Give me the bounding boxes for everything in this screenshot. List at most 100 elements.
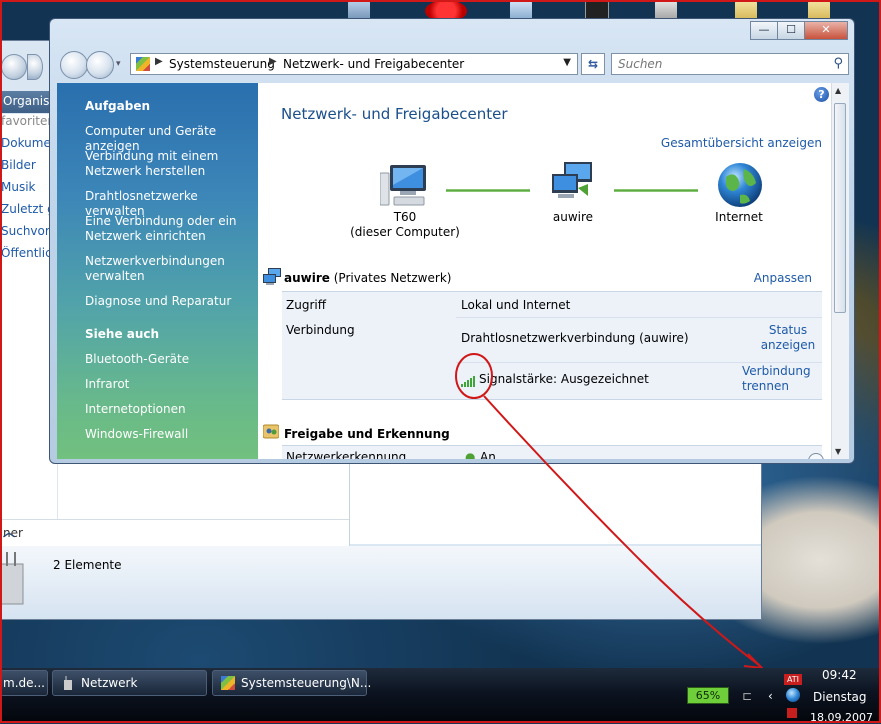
- back-button[interactable]: [1, 54, 27, 80]
- taskbar-button-browser[interactable]: m.de...: [0, 670, 48, 696]
- clock-day[interactable]: Dienstag: [813, 690, 867, 704]
- see-also-firewall[interactable]: Windows-Firewall: [85, 427, 255, 442]
- private-network-icon: [263, 268, 281, 285]
- battery-meter[interactable]: 65%: [687, 687, 729, 704]
- main-content: Netzwerk- und Freigabecenter ? Gesamtübe…: [258, 83, 832, 459]
- chevron-up-icon[interactable]: ︿: [3, 523, 341, 540]
- disconnect-link-line2[interactable]: trennen: [742, 379, 820, 394]
- network-details-table: Zugriff Lokal und Internet Verbindung Dr…: [282, 291, 822, 400]
- back-button[interactable]: [60, 51, 88, 79]
- status-on-icon: ●: [465, 450, 476, 459]
- access-label: Zugriff: [286, 298, 326, 312]
- router-icon: [1, 552, 24, 605]
- search-input[interactable]: Suchen ⚲: [611, 53, 849, 75]
- view-status-link-line2[interactable]: anzeigen: [756, 338, 820, 353]
- task-connect-network[interactable]: Verbindung mit einem Netzwerk herstellen: [85, 149, 255, 179]
- view-full-map-link[interactable]: Gesamtübersicht anzeigen: [661, 136, 822, 150]
- chevron-down-icon[interactable]: ▾: [116, 59, 126, 69]
- router-icon: [64, 676, 72, 690]
- connection-value: Drahtlosnetzwerkverbindung (auwire): [461, 331, 689, 345]
- access-value: Lokal und Internet: [461, 298, 571, 312]
- computer-icon: [380, 165, 426, 206]
- taskbar-button-control-panel[interactable]: Systemsteuerung\N...: [212, 670, 371, 696]
- network-discovery-value: An: [480, 450, 496, 459]
- tasks-heading: Aufgaben: [85, 99, 151, 113]
- sharing-icon: [263, 424, 279, 439]
- taskbar-button-label: Netzwerk: [81, 676, 138, 690]
- breadcrumb-separator-icon[interactable]: ▶: [155, 56, 163, 67]
- page-title: Netzwerk- und Freigabecenter: [281, 105, 508, 123]
- chevron-left-icon[interactable]: ‹: [768, 689, 782, 703]
- clock-date[interactable]: 18.09.2007: [810, 711, 873, 724]
- clock-time[interactable]: 09:42: [822, 668, 857, 682]
- refresh-button[interactable]: ⇆: [581, 53, 605, 75]
- minimize-button[interactable]: —: [750, 21, 778, 40]
- customize-link[interactable]: Anpassen: [754, 271, 812, 285]
- caption-buttons: — ☐ ✕: [750, 21, 848, 40]
- sharing-heading: Freigabe und Erkennung: [284, 427, 450, 441]
- network-header: auwire (Privates Netzwerk): [284, 271, 451, 285]
- row-divider: [456, 317, 822, 318]
- control-panel-icon: [221, 676, 235, 690]
- search-placeholder: Suchen: [618, 57, 663, 71]
- vertical-scrollbar[interactable]: ▲ ▼: [831, 83, 849, 459]
- connection-line: [614, 189, 698, 192]
- scroll-down-icon[interactable]: ▼: [835, 447, 841, 456]
- taskbar-button-label: Systemsteuerung\N...: [241, 676, 372, 690]
- forward-button[interactable]: [86, 51, 114, 79]
- network-type: (Privates Netzwerk): [333, 271, 452, 285]
- scrollbar-thumb[interactable]: [834, 103, 846, 313]
- ati-icon[interactable]: ATI: [784, 674, 802, 685]
- item-count: 2 Elemente: [53, 558, 122, 572]
- task-diagnose-repair[interactable]: Diagnose und Reparatur: [85, 294, 255, 309]
- connection-label: Verbindung: [286, 323, 355, 337]
- search-icon[interactable]: ⚲: [833, 56, 843, 71]
- row-divider: [456, 362, 822, 363]
- task-setup-connection[interactable]: Eine Verbindung oder ein Netzwerk einric…: [85, 214, 255, 244]
- connection-line: [446, 189, 530, 192]
- see-also-infrared[interactable]: Infrarot: [85, 377, 255, 392]
- node-label-internet: Internet: [715, 210, 763, 224]
- help-icon[interactable]: ?: [814, 87, 829, 102]
- network-discovery-row: Netzwerkerkennung ● An: [282, 445, 822, 459]
- close-button[interactable]: ✕: [804, 21, 848, 40]
- window-body: Aufgaben Computer und Geräte anzeigen Ve…: [57, 83, 849, 459]
- see-also-heading: Siehe auch: [85, 327, 160, 341]
- view-status-link[interactable]: Status anzeigen: [756, 323, 820, 353]
- task-manage-connections[interactable]: Netzwerkverbindungen verwalten: [85, 254, 255, 284]
- view-status-link-line1[interactable]: Status: [756, 323, 820, 338]
- power-plug-icon[interactable]: ⊏: [742, 689, 756, 703]
- node-label-network: auwire: [552, 210, 594, 224]
- network-sharing-center-window[interactable]: — ☐ ✕ ▾ ▶ Systemsteuerung ▶ Netzwerk- un…: [49, 18, 855, 464]
- signal-strength-icon: [461, 375, 477, 387]
- address-bar[interactable]: ▶ Systemsteuerung ▶ Netzwerk- und Freiga…: [130, 53, 578, 75]
- node-subtitle: (dieser Computer): [350, 225, 460, 239]
- network-discovery-label: Netzwerkerkennung: [286, 450, 407, 459]
- disconnect-link[interactable]: Verbindung trennen: [742, 364, 820, 394]
- flag-icon[interactable]: [787, 708, 797, 718]
- globe-icon: [718, 163, 762, 207]
- chevron-down-icon[interactable]: ▼: [563, 57, 571, 68]
- network-name: auwire: [284, 271, 330, 285]
- disconnect-link-line1[interactable]: Verbindung: [742, 364, 820, 379]
- breadcrumb-separator-icon[interactable]: ▶: [269, 56, 277, 67]
- breadcrumb-control-panel[interactable]: Systemsteuerung: [169, 57, 275, 71]
- scroll-up-icon[interactable]: ▲: [835, 86, 841, 95]
- control-panel-icon: [136, 57, 150, 71]
- node-name: T60: [393, 210, 417, 224]
- network-icon: [552, 162, 592, 198]
- taskbar-button-network[interactable]: Netzwerk: [52, 670, 207, 696]
- see-also-bluetooth[interactable]: Bluetooth-Geräte: [85, 352, 255, 367]
- details-pane: 2 Elemente: [1, 546, 761, 619]
- forward-button[interactable]: [27, 54, 43, 80]
- taskbar: m.de... Netzwerk Systemsteuerung\N... 65…: [0, 668, 881, 724]
- folders-bar[interactable]: ner ︿: [1, 519, 349, 546]
- maximize-button[interactable]: ☐: [777, 21, 805, 40]
- breadcrumb-network-center[interactable]: Netzwerk- und Freigabecenter: [283, 57, 464, 71]
- signal-strength-value: Signalstärke: Ausgezeichnet: [479, 372, 649, 386]
- see-also-internet-options[interactable]: Internetoptionen: [85, 402, 255, 417]
- network-status-icon[interactable]: [786, 688, 800, 702]
- taskbar-button-label: m.de...: [3, 676, 45, 690]
- tasks-pane: Aufgaben Computer und Geräte anzeigen Ve…: [57, 83, 258, 459]
- node-label-this-computer: T60 (dieser Computer): [348, 210, 462, 240]
